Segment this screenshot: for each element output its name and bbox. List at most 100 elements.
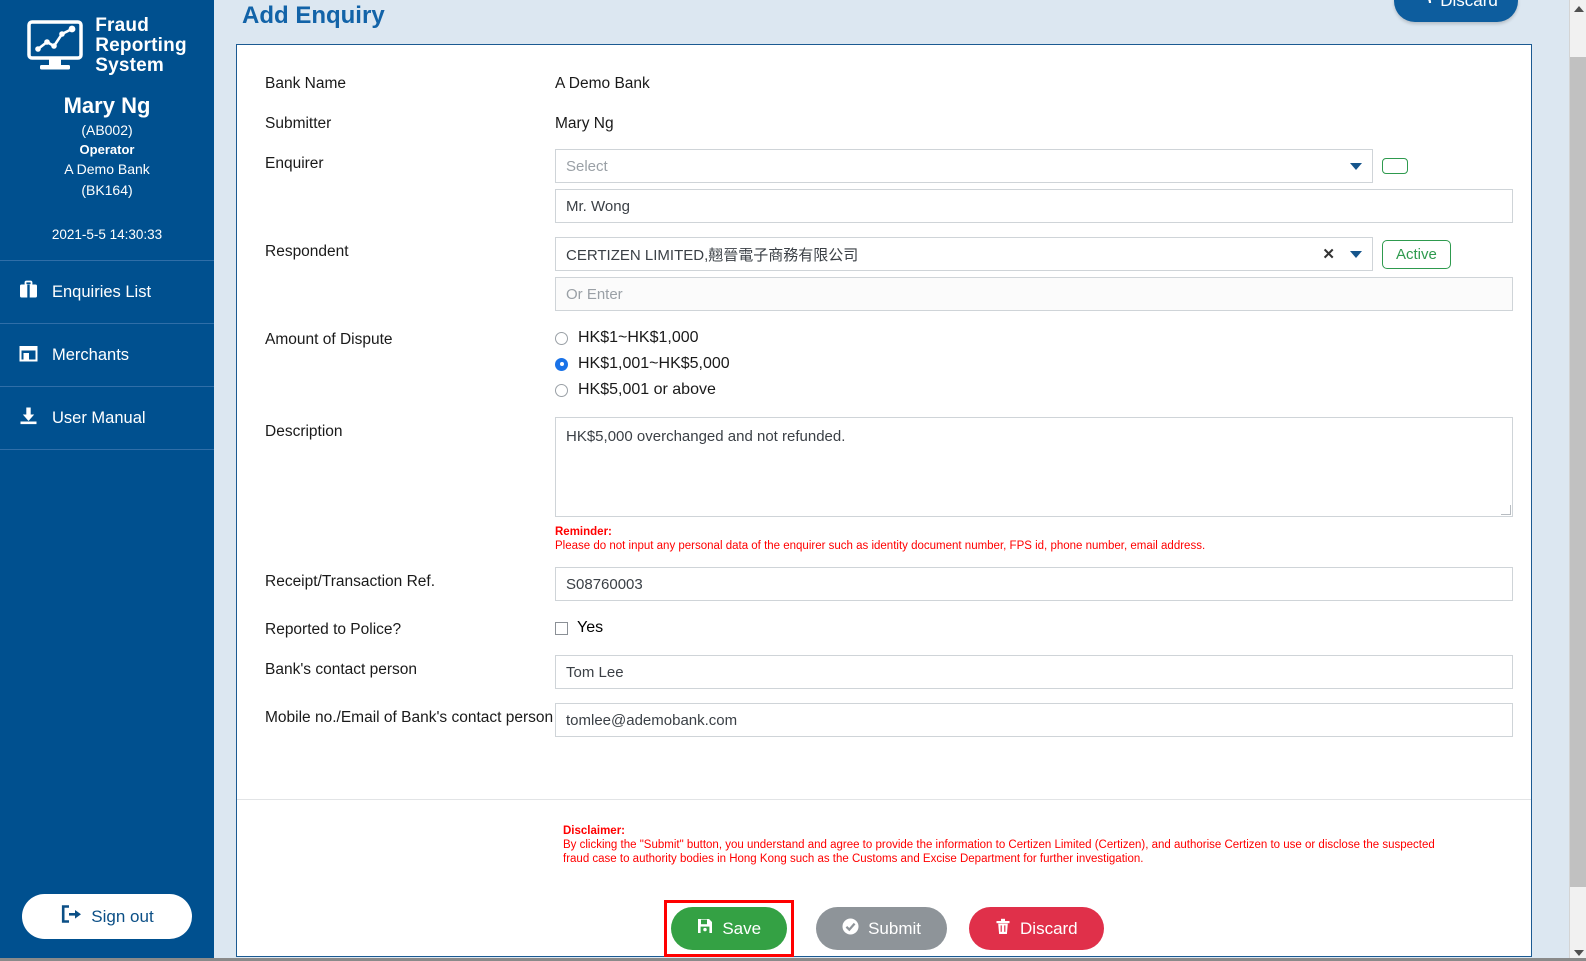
bank-name-label: Bank Name (265, 75, 346, 92)
application-window: Fraud Reporting System Mary Ng (AB002) O… (0, 0, 1586, 961)
user-role: Operator (79, 142, 135, 157)
radio-icon-selected (555, 357, 568, 371)
sidebar-item-label: Merchants (52, 345, 130, 364)
field-row-submitter: Submitter Mary Ng (265, 109, 1513, 135)
sidebar-item-label: Enquiries List (52, 282, 152, 301)
field-row-bank-name: Bank Name A Demo Bank (265, 69, 1513, 95)
contact-person-label: Bank's contact person (265, 661, 418, 678)
receipt-ref-input[interactable]: S08760003 (555, 567, 1513, 601)
amount-option-label: HK$1,001~HK$5,000 (578, 355, 730, 372)
description-textarea[interactable]: HK$5,000 overchanged and not refunded. (555, 417, 1513, 517)
description-label: Description (265, 423, 343, 440)
user-name: Mary Ng (63, 93, 151, 118)
resize-grip-icon[interactable] (1501, 505, 1511, 515)
monitor-chart-icon (27, 20, 83, 72)
field-row-contact-person: Bank's contact person Tom Lee (265, 655, 1513, 689)
disclaimer-line-1: By clicking the "Submit" button, you und… (563, 839, 1435, 851)
top-discard-button[interactable]: Discard (1394, 0, 1518, 22)
field-row-amount: Amount of Dispute HK$1~HK$1,000 HK$1,001… (265, 325, 1513, 403)
field-row-enquirer: Enquirer Select (265, 149, 1513, 183)
signout-area: Sign out (0, 894, 214, 939)
field-row-respondent-or-enter: Or Enter (265, 277, 1513, 311)
amount-option-1[interactable]: HK$1~HK$1,000 (555, 325, 1513, 351)
reminder-title: Reminder: (555, 526, 612, 538)
amount-option-label: HK$5,001 or above (578, 381, 716, 398)
submitter-value: Mary Ng (555, 115, 614, 132)
field-row-enquirer-name: Mr. Wong (265, 189, 1513, 223)
page-title: Add Enquiry (242, 2, 385, 29)
amount-option-2[interactable]: HK$1,001~HK$5,000 (555, 351, 1513, 377)
sidebar-item-merchants[interactable]: Merchants (0, 324, 214, 387)
user-id: (AB002) (81, 122, 133, 138)
check-circle-icon (842, 918, 859, 940)
clear-icon[interactable]: ✕ (1322, 245, 1335, 263)
checkbox-icon (555, 621, 568, 635)
chevron-down-icon (1350, 162, 1362, 170)
sidebar-item-label: User Manual (52, 408, 146, 427)
field-row-respondent: Respondent CERTIZEN LIMITED,翹晉電子商務有限公司 ✕… (265, 237, 1513, 271)
respondent-status-badge[interactable]: Active (1382, 239, 1451, 269)
enquiry-form: Bank Name A Demo Bank Submitter Mary Ng … (237, 45, 1531, 737)
clock: 2021-5-5 14:30:33 (51, 227, 163, 242)
disclaimer-line-2: fraud case to authority bodies in Hong K… (563, 853, 1144, 865)
discard-button[interactable]: Discard (969, 907, 1104, 950)
user-info: Mary Ng (AB002) Operator A Demo Bank (BK… (0, 82, 214, 201)
scrollbar-thumb[interactable] (1570, 57, 1586, 887)
brand-line-3: System (95, 55, 165, 76)
download-icon (18, 405, 39, 431)
contact-detail-input[interactable]: tomlee@ademobank.com (555, 703, 1513, 737)
brand-line-2: Reporting (95, 35, 187, 56)
form-actions: Save Submit Discard (237, 900, 1531, 957)
sign-out-label: Sign out (91, 906, 154, 926)
respondent-or-enter-input[interactable]: Or Enter (555, 277, 1513, 311)
bank-name-value: A Demo Bank (555, 75, 650, 92)
enquirer-name-spacer (265, 189, 555, 193)
save-button[interactable]: Save (671, 907, 788, 950)
submitter-label: Submitter (265, 115, 332, 132)
respondent-label: Respondent (265, 243, 349, 260)
sidebar-item-enquiries-list[interactable]: Enquiries List (0, 261, 214, 324)
save-button-highlight: Save (664, 900, 795, 957)
brand-line-1: Fraud (95, 15, 150, 36)
enquirer-label: Enquirer (265, 155, 324, 172)
reported-police-checkbox[interactable]: Yes (555, 615, 1513, 641)
trash-icon (995, 918, 1011, 940)
receipt-ref-value: S08760003 (566, 575, 643, 593)
brand: Fraud Reporting System (0, 0, 214, 82)
amount-option-label: HK$1~HK$1,000 (578, 329, 699, 346)
reported-police-label: Reported to Police? (265, 621, 402, 638)
contact-person-input[interactable]: Tom Lee (555, 655, 1513, 689)
amount-radio-group: HK$1~HK$1,000 HK$1,001~HK$5,000 HK$5,001… (555, 325, 1513, 403)
top-discard-label: Discard (1440, 0, 1498, 10)
sidebar-item-user-manual[interactable]: User Manual (0, 387, 214, 450)
scroll-up-arrow-icon[interactable] (1570, 0, 1586, 17)
amount-option-3[interactable]: HK$5,001 or above (555, 377, 1513, 403)
respondent-select[interactable]: CERTIZEN LIMITED,翹晉電子商務有限公司 ✕ (555, 237, 1373, 271)
reminder-text: Please do not input any personal data of… (555, 540, 1206, 552)
enquirer-name-input[interactable]: Mr. Wong (555, 189, 1513, 223)
field-row-receipt-ref: Receipt/Transaction Ref. S08760003 (265, 567, 1513, 601)
enquirer-select[interactable]: Select (555, 149, 1373, 183)
back-arrow-icon (1414, 0, 1432, 11)
chevron-down-icon (1350, 250, 1362, 258)
sidebar-nav: Enquiries List Merchants User Manual (0, 260, 214, 450)
field-row-contact-detail: Mobile no./Email of Bank's contact perso… (265, 703, 1513, 737)
submit-button-label: Submit (868, 918, 922, 938)
contact-person-value: Tom Lee (566, 663, 624, 681)
field-row-reported-police: Reported to Police? Yes (265, 615, 1513, 641)
description-reminder: Reminder: Please do not input any person… (555, 525, 1513, 553)
sign-out-button[interactable]: Sign out (22, 894, 192, 939)
discard-button-label: Discard (1020, 918, 1078, 938)
radio-icon (555, 331, 568, 345)
save-button-label: Save (722, 918, 762, 938)
floppy-disk-icon (697, 918, 713, 939)
brand-title: Fraud Reporting System (95, 16, 187, 76)
user-bank: A Demo Bank (64, 161, 150, 177)
disclaimer-title: Disclaimer: (563, 825, 626, 837)
radio-icon (555, 383, 568, 397)
respondent-or-enter-placeholder: Or Enter (566, 285, 623, 303)
enquiry-form-card: Bank Name A Demo Bank Submitter Mary Ng … (236, 44, 1532, 957)
submit-button[interactable]: Submit (816, 907, 948, 950)
page-scrollbar[interactable] (1569, 0, 1586, 961)
main-content: Add Enquiry Discard Bank Name A Demo Ban… (214, 0, 1586, 961)
